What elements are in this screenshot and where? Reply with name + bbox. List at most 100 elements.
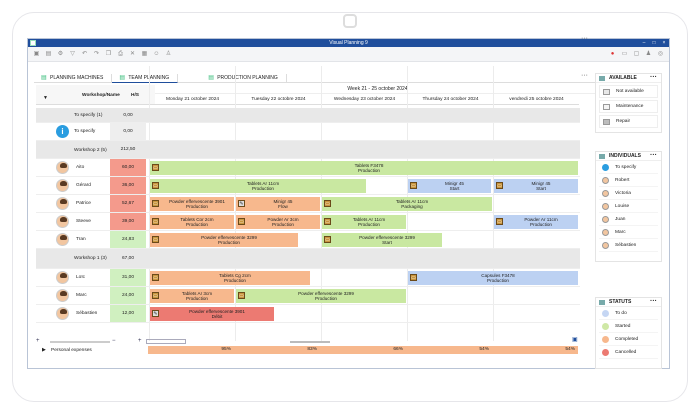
avatar: [602, 203, 609, 210]
avatar: [602, 242, 609, 249]
task-icon: ▭: [238, 218, 245, 225]
day-header: Wednesday 23 october 2024: [321, 94, 407, 105]
expense-cell: 54%: [492, 346, 578, 354]
panel-more-icon[interactable]: ···: [650, 297, 657, 306]
col-hs-header: H/S: [131, 93, 139, 98]
lock-icon[interactable]: ▣: [572, 336, 578, 343]
group-row[interactable]: Workshop 1 (3) 67,00: [36, 249, 580, 269]
bell-icon[interactable]: ▢: [632, 50, 641, 58]
task-bar[interactable]: ▭ Tablets Ar 11cm Production: [150, 179, 366, 193]
h-scrollbar[interactable]: [50, 341, 110, 343]
task-bar[interactable]: ▭ Powder Ar 11cm Production: [494, 215, 578, 229]
list-item[interactable]: Louise: [599, 200, 658, 213]
status-dot: [602, 323, 609, 330]
task-bar[interactable]: ▭ Powder Ar 3cm Production: [236, 215, 320, 229]
available-panel: AVAILABLE ··· Not available Maintenance R…: [595, 73, 662, 133]
swatch: [603, 104, 610, 110]
collapse-icon[interactable]: ▼: [43, 95, 48, 101]
task-icon: ▭: [152, 292, 159, 299]
window-icon[interactable]: ▭: [620, 50, 629, 58]
zoom-out-left-icon[interactable]: −: [112, 338, 116, 344]
grid-more-icon[interactable]: ···: [581, 35, 588, 42]
task-bar[interactable]: ▭ Powder effervescente 3901 Production: [150, 197, 234, 211]
avatar: [56, 271, 69, 284]
task-icon: ▭: [152, 182, 159, 189]
expense-cell: 95%: [148, 346, 234, 354]
avatar: [602, 190, 609, 197]
task-bar[interactable]: ▭ Capsules F3478 Production: [408, 271, 578, 285]
list-item[interactable]: Juan: [599, 213, 658, 226]
task-bar[interactable]: ▭ Tablets F3478 Production: [150, 161, 578, 175]
personal-expenses-row[interactable]: ▶ Personal expenses 95% 83% 66% 54% 54%: [36, 346, 580, 355]
panel-more-icon[interactable]: ···: [650, 151, 657, 160]
task-bar[interactable]: ▭ Tablets Cor 2cm Production: [150, 215, 234, 229]
status-dot: [602, 336, 609, 343]
task-bar[interactable]: ▭ Powder effervescente 3299 Start: [322, 233, 442, 247]
task-bar[interactable]: ▭ Minigr 45 Start: [408, 179, 491, 193]
individuals-panel: INDIVIDUALS ··· To specify Robert Victori…: [595, 151, 662, 262]
task-icon: ▭: [410, 182, 417, 189]
legend-item[interactable]: Not available: [599, 85, 658, 98]
user-icon[interactable]: ♟: [644, 50, 653, 58]
col-workshop-header: Workshop/Name: [82, 93, 120, 98]
panel-icon: [599, 76, 605, 81]
status-dot: [602, 349, 609, 356]
group-row[interactable]: To specify (1) 0,00: [36, 108, 580, 123]
task-icon: ▭: [324, 236, 331, 243]
legend-item[interactable]: Completed: [599, 333, 658, 346]
task-icon: ▭: [496, 182, 503, 189]
list-item[interactable]: Marc: [599, 226, 658, 239]
task-bar[interactable]: ▭ Tablets Ar 3cm Production: [150, 289, 234, 303]
legend-item[interactable]: To do: [599, 307, 658, 320]
avatar: [56, 289, 69, 302]
scroll-controls[interactable]: [146, 339, 186, 344]
list-item[interactable]: To specify: [599, 161, 658, 174]
task-icon: ▭: [152, 164, 159, 171]
task-bar[interactable]: ▭ Tablets Cg 2cm Production: [150, 271, 310, 285]
avatar: [56, 161, 69, 174]
status-dot: [602, 310, 609, 317]
minimize-icon[interactable]: –: [641, 40, 647, 46]
group-row[interactable]: Workshop 2 (5) 212,50: [36, 141, 580, 159]
camera-icon: [343, 14, 357, 28]
task-icon: ▭: [496, 218, 503, 225]
legend-item[interactable]: Repair: [599, 115, 658, 128]
legend-item[interactable]: Cancelled: [599, 346, 658, 359]
task-bar[interactable]: ▭ Tablets Ar 11cm Packaging: [322, 197, 492, 211]
list-item[interactable]: Robert: [599, 174, 658, 187]
avatar: [602, 177, 609, 184]
panel-more-icon[interactable]: ···: [650, 73, 657, 82]
expand-icon[interactable]: ▶: [42, 346, 46, 355]
legend-item[interactable]: Maintenance: [599, 100, 658, 113]
zoom-in-left-icon[interactable]: +: [36, 338, 40, 344]
table-row[interactable]: Sébastien 12,00: [36, 305, 580, 323]
task-bar[interactable]: ✎ Minigr 45 Flow: [236, 197, 320, 211]
avatar: [56, 179, 69, 192]
help-icon[interactable]: ◎: [656, 50, 665, 58]
task-bar[interactable]: ▭ Minigr 45 Start: [494, 179, 578, 193]
task-bar[interactable]: ▭ Tablets Ar 11cm Production: [322, 215, 406, 229]
status-red-icon[interactable]: ●: [608, 50, 617, 58]
task-bar[interactable]: ✎ Powder effervescente 3901 Débit: [150, 307, 274, 321]
avatar: [56, 215, 69, 228]
wrench-icon: ✎: [238, 200, 245, 207]
table-row[interactable]: Tran 24,83: [36, 231, 580, 249]
list-item[interactable]: Victoria: [599, 187, 658, 200]
day-header: Thursday 24 october 2024: [407, 94, 493, 105]
legend-item[interactable]: Started: [599, 320, 658, 333]
table-row[interactable]: i To specify 0,00: [36, 123, 580, 141]
expense-cell: 83%: [234, 346, 320, 354]
close-icon[interactable]: ×: [661, 40, 667, 46]
task-icon: ▭: [324, 218, 331, 225]
maximize-icon[interactable]: □: [651, 40, 657, 46]
task-icon: ▭: [324, 200, 331, 207]
task-bar[interactable]: ▭ Powder effervescente 3299 Production: [236, 289, 406, 303]
info-icon: i: [56, 125, 69, 138]
task-bar[interactable]: ▭ Powder effervescente 3299 Production: [150, 233, 298, 247]
task-icon: ▭: [152, 236, 159, 243]
list-item[interactable]: Sébastien: [599, 239, 658, 252]
zoom-in-icon[interactable]: +: [138, 338, 142, 344]
expense-cell: 54%: [406, 346, 492, 354]
info-icon: [602, 164, 609, 171]
h-scrollbar[interactable]: [290, 341, 330, 343]
